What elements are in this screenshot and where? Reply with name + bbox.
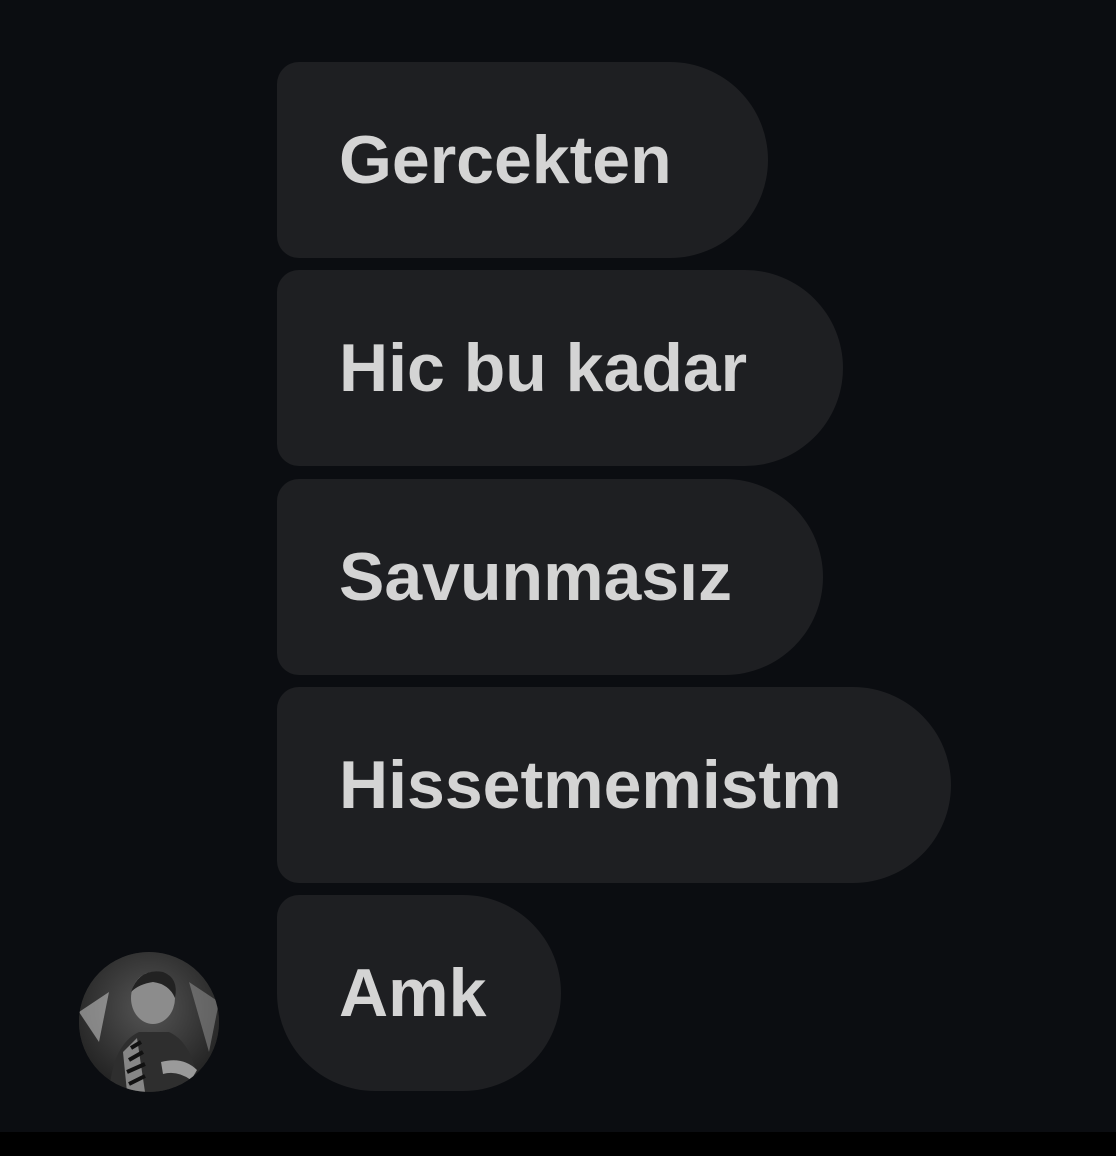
profile-photo-icon xyxy=(79,952,219,1092)
message-bubble[interactable]: Amk xyxy=(277,895,561,1091)
chat-view: Gercekten Hic bu kadar Savunmasız Hisset… xyxy=(0,0,1116,1132)
message-text: Hic bu kadar xyxy=(339,330,748,406)
message-text: Savunmasız xyxy=(339,539,733,615)
message-bubble[interactable]: Hic bu kadar xyxy=(277,270,843,466)
message-bubble[interactable]: Hissetmemistm xyxy=(277,687,951,883)
message-text: Amk xyxy=(339,955,487,1031)
message-bubble[interactable]: Savunmasız xyxy=(277,479,823,675)
bottom-edge xyxy=(0,1132,1116,1156)
message-bubble[interactable]: Gercekten xyxy=(277,62,768,258)
message-text: Hissetmemistm xyxy=(339,747,842,823)
message-text: Gercekten xyxy=(339,122,672,198)
sender-avatar[interactable] xyxy=(79,952,219,1092)
